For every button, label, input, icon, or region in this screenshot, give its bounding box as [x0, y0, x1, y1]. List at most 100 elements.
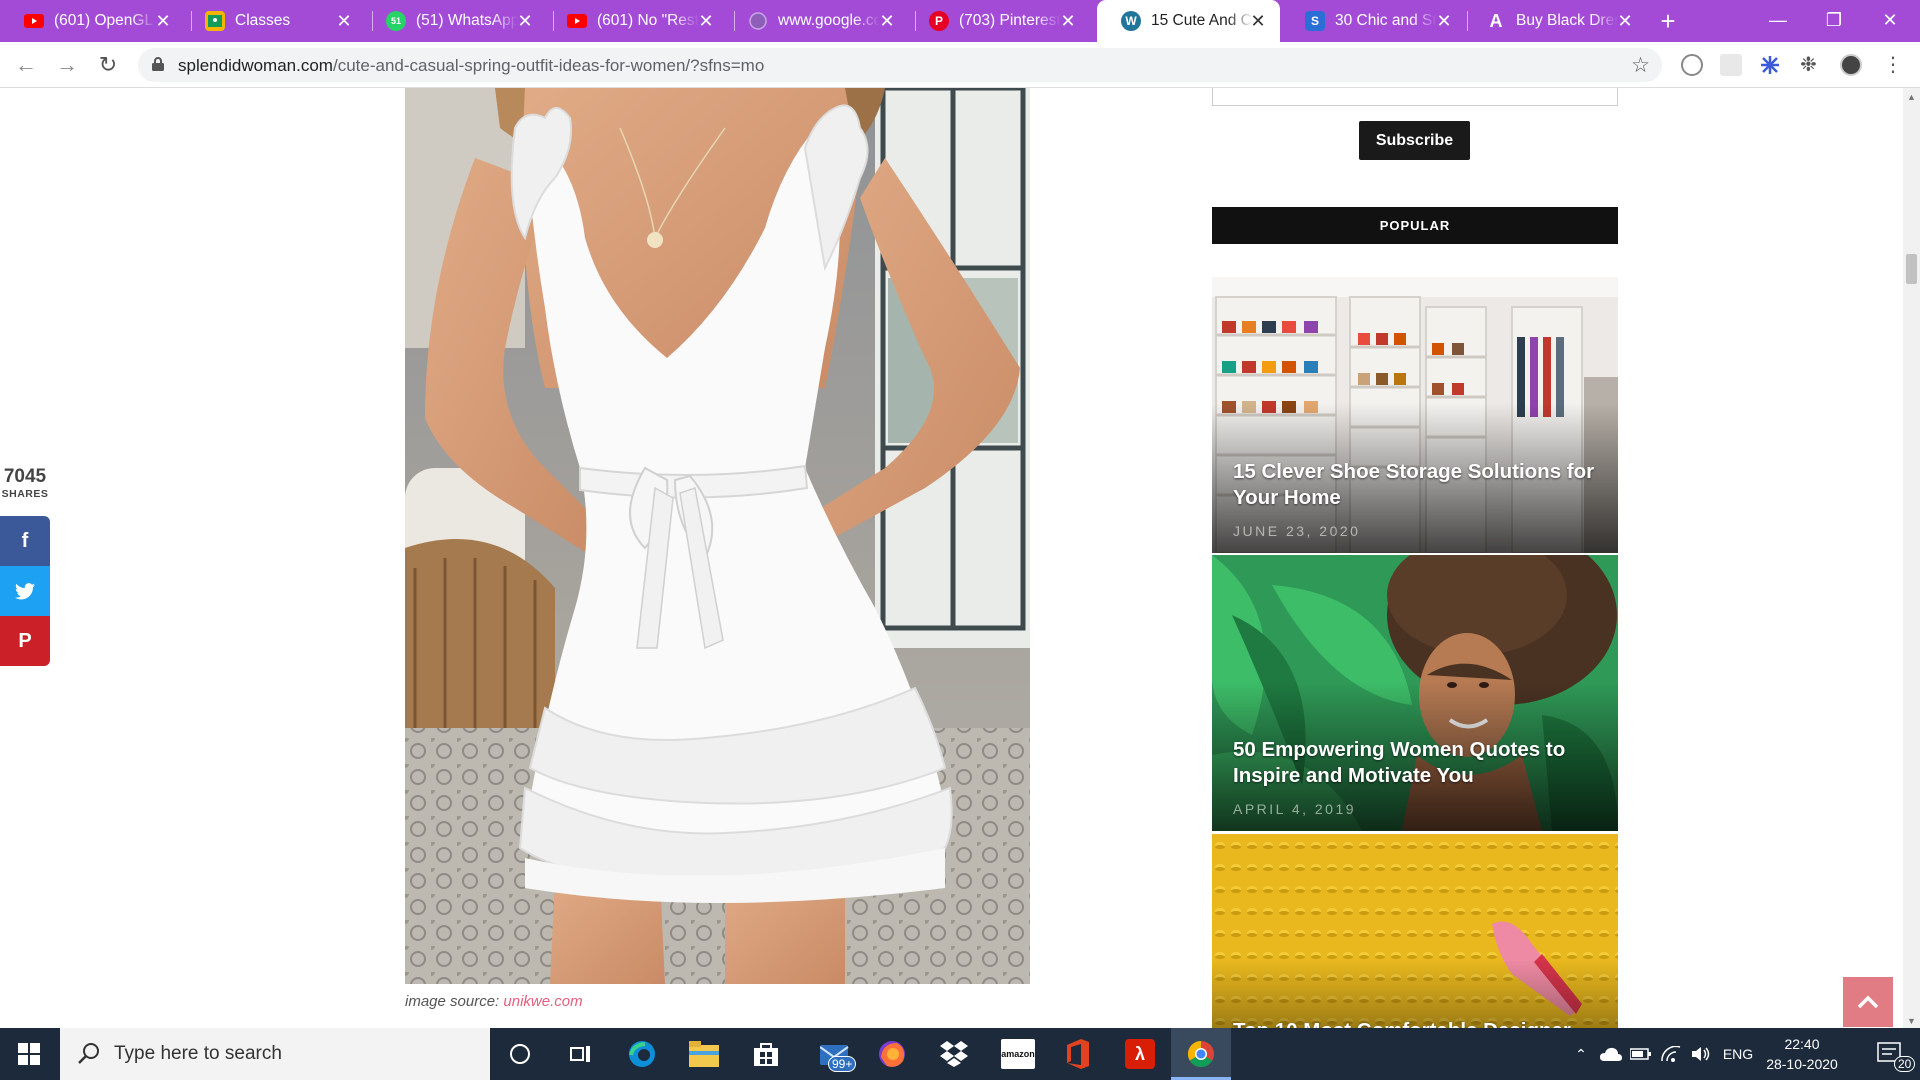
- store-icon[interactable]: [736, 1028, 796, 1080]
- scroll-down-arrow-icon[interactable]: ▼: [1907, 1016, 1916, 1026]
- url-path: /cute-and-casual-spring-outfit-ideas-for…: [332, 56, 765, 75]
- close-icon[interactable]: ✕: [696, 11, 716, 31]
- edge-browser-icon[interactable]: [612, 1028, 672, 1080]
- image-caption: image source: unikwe.com: [405, 993, 583, 1010]
- close-icon[interactable]: ✕: [1615, 11, 1635, 31]
- tab-classes[interactable]: Classes ✕: [181, 0, 366, 42]
- profile-avatar[interactable]: [1840, 54, 1862, 76]
- tab-google[interactable]: www.google.com ✕: [724, 0, 909, 42]
- tab-youtube-no-resting[interactable]: (601) No "Resting" ✕: [543, 0, 728, 42]
- post-date: APRIL 4, 2019: [1233, 801, 1357, 817]
- system-clock[interactable]: 22:40 28-10-2020: [1760, 1034, 1844, 1074]
- article-image-white-dress: [405, 88, 1030, 984]
- notification-center-button[interactable]: 20: [1862, 1028, 1918, 1080]
- search-icon: [78, 1043, 99, 1064]
- popular-post-card[interactable]: Top 10 Most Comfortable Designer: [1212, 834, 1618, 1028]
- new-tab-button[interactable]: +: [1654, 8, 1682, 36]
- onedrive-cloud-icon[interactable]: [1598, 1028, 1624, 1080]
- address-bar[interactable]: splendidwoman.com/cute-and-casual-spring…: [138, 48, 1662, 82]
- web-page: image source: unikwe.com 7045 SHARES f P…: [0, 88, 1903, 1028]
- amazon-label: amazon: [1001, 1039, 1035, 1069]
- restore-icon[interactable]: ❐: [1806, 0, 1862, 40]
- tab-pinterest[interactable]: P (703) Pinterest ✕: [905, 0, 1090, 42]
- extensions-puzzle-icon[interactable]: ❉: [1800, 54, 1822, 76]
- a-site-icon: A: [1489, 10, 1503, 31]
- close-icon[interactable]: ✕: [877, 11, 897, 31]
- chevron-up-icon: [1857, 995, 1879, 1009]
- close-icon[interactable]: ✕: [334, 11, 354, 31]
- tab-active-cute-casual[interactable]: W 15 Cute And Casual ✕: [1097, 0, 1280, 42]
- wifi-icon[interactable]: [1658, 1028, 1684, 1080]
- start-button[interactable]: [0, 1028, 58, 1080]
- twitter-share-button[interactable]: [0, 566, 50, 616]
- search-placeholder: Type here to search: [114, 1043, 282, 1064]
- tab-label: (703) Pinterest: [959, 12, 1061, 29]
- subscribe-button[interactable]: Subscribe: [1359, 121, 1470, 160]
- volume-icon[interactable]: [1688, 1028, 1714, 1080]
- post-title[interactable]: Top 10 Most Comfortable Designer: [1233, 1018, 1604, 1028]
- facebook-icon: f: [21, 529, 29, 552]
- tab-black-dresses[interactable]: A Buy Black Dresses ✕: [1462, 0, 1647, 42]
- newsletter-email-input[interactable]: [1212, 88, 1618, 106]
- post-title[interactable]: 15 Clever Shoe Storage Solutions for You…: [1233, 459, 1604, 511]
- menu-dots-icon[interactable]: ⋮: [1882, 54, 1904, 76]
- forward-arrow-icon[interactable]: →: [53, 51, 81, 79]
- facebook-share-button[interactable]: f: [0, 516, 50, 566]
- minimize-icon[interactable]: —: [1750, 0, 1806, 40]
- close-icon[interactable]: ✕: [515, 11, 535, 31]
- close-icon[interactable]: ✕: [1058, 11, 1078, 31]
- tab-label: (601) OpenGL Tutorial: [54, 12, 156, 29]
- lock-icon: [152, 57, 164, 71]
- close-icon[interactable]: ✕: [1248, 11, 1268, 31]
- firefox-icon[interactable]: [862, 1028, 922, 1080]
- amazon-icon[interactable]: amazon: [988, 1028, 1048, 1080]
- page-scrollbar[interactable]: ▲ ▼: [1903, 88, 1920, 1028]
- taskbar-search-box[interactable]: Type here to search: [60, 1028, 490, 1080]
- wordpress-icon: W: [1121, 11, 1141, 31]
- tab-opengl[interactable]: (601) OpenGL Tutorial ✕: [0, 0, 185, 42]
- acrobat-glyph: λ: [1125, 1039, 1155, 1069]
- share-counter: 7045 SHARES: [0, 466, 50, 500]
- tray-chevron-up-icon[interactable]: ⌃: [1568, 1028, 1594, 1080]
- tab-label: www.google.com: [778, 12, 880, 29]
- scroll-up-arrow-icon[interactable]: ▲: [1907, 92, 1916, 102]
- notification-badge: 20: [1894, 1056, 1916, 1072]
- office-icon[interactable]: [1048, 1028, 1108, 1080]
- close-icon[interactable]: ✕: [153, 11, 173, 31]
- post-title[interactable]: 50 Empowering Women Quotes to Inspire an…: [1233, 737, 1604, 789]
- whatsapp-icon: 51: [386, 11, 406, 31]
- extension-snowflake-icon[interactable]: [1759, 54, 1781, 76]
- tab-whatsapp[interactable]: 51 (51) WhatsApp ✕: [362, 0, 547, 42]
- acrobat-reader-icon[interactable]: λ: [1110, 1028, 1170, 1080]
- battery-icon[interactable]: [1628, 1028, 1654, 1080]
- browser-tab-strip: (601) OpenGL Tutorial ✕ Classes ✕ 51 (51…: [0, 0, 1920, 42]
- url-text[interactable]: splendidwoman.com/cute-and-casual-spring…: [178, 56, 764, 76]
- youtube-icon: [567, 11, 587, 31]
- tab-chic-stylish[interactable]: S 30 Chic and Stylish ✕: [1281, 0, 1466, 42]
- tab-label: (51) WhatsApp: [416, 12, 518, 29]
- browser-toolbar: ← → ↻ splendidwoman.com/cute-and-casual-…: [0, 42, 1920, 88]
- task-view-icon[interactable]: [550, 1028, 610, 1080]
- mail-icon[interactable]: 99+: [806, 1028, 866, 1080]
- chrome-icon[interactable]: [1171, 1028, 1231, 1080]
- close-icon[interactable]: ✕: [1434, 11, 1454, 31]
- file-explorer-icon[interactable]: [674, 1028, 734, 1080]
- back-arrow-icon[interactable]: ←: [12, 51, 40, 79]
- extension-circle-icon[interactable]: [1681, 54, 1703, 76]
- twitter-bird-icon: [15, 582, 35, 599]
- caption-source-link[interactable]: unikwe.com: [503, 993, 582, 1010]
- popular-post-card[interactable]: 50 Empowering Women Quotes to Inspire an…: [1212, 555, 1618, 831]
- cortana-icon[interactable]: [490, 1028, 550, 1080]
- back-to-top-button[interactable]: [1843, 977, 1893, 1027]
- extension-square-icon[interactable]: [1720, 54, 1742, 76]
- scrollbar-thumb[interactable]: [1906, 254, 1917, 284]
- window-close-icon[interactable]: ✕: [1862, 0, 1918, 40]
- popular-post-card[interactable]: 15 Clever Shoe Storage Solutions for You…: [1212, 277, 1618, 553]
- bookmark-star-icon[interactable]: ☆: [1631, 53, 1650, 78]
- reload-icon[interactable]: ↻: [94, 51, 122, 79]
- language-indicator[interactable]: ENG: [1718, 1028, 1758, 1080]
- pinterest-share-button[interactable]: P: [0, 616, 50, 666]
- popular-heading: POPULAR: [1212, 207, 1618, 244]
- dropbox-icon[interactable]: [924, 1028, 984, 1080]
- url-domain: splendidwoman.com: [178, 56, 333, 75]
